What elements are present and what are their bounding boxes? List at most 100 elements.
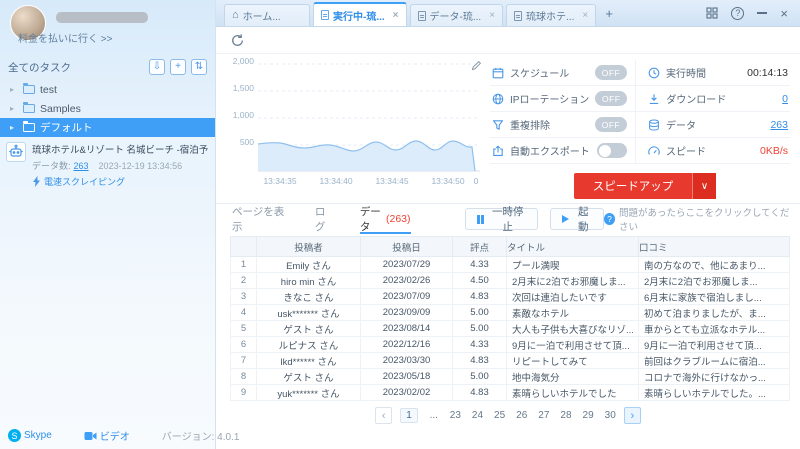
x-tick: 13:34:35 [263, 176, 297, 186]
add-task-icon[interactable]: + [170, 59, 186, 75]
column-header[interactable]: 投稿日 [360, 236, 453, 257]
tab-running[interactable]: 実行中-琉... × [313, 2, 407, 26]
column-header[interactable]: 投稿者 [256, 236, 361, 257]
task-body: 琉球ホテル&リゾート 名城ビーチ -宿泊予... データ数: 263 2023-… [32, 142, 209, 187]
cell-poster: yuk******* さん [256, 384, 361, 401]
minimize-icon[interactable] [757, 12, 768, 14]
tab-data[interactable]: データ-琉... × [409, 4, 504, 26]
cell-title: 素敵なホテル [506, 304, 639, 321]
download-icon [648, 93, 660, 105]
refresh-icon[interactable] [230, 33, 245, 48]
table-row[interactable]: 5 ゲスト さん 2023/08/14 5.00 大人も子供も大喜びなリゾ...… [230, 320, 790, 337]
task-tag: 電速スクレイピング [32, 175, 209, 188]
menu-grid-icon[interactable] [706, 7, 718, 19]
main-area: ⌂ ホーム... 実行中-琉... × データ-琉... × 琉球ホテ... ×… [216, 0, 800, 449]
column-header[interactable]: 評点 [452, 236, 507, 257]
folder-samples[interactable]: ▸ Samples [0, 99, 215, 118]
cell-date: 2023/05/18 [360, 368, 453, 385]
page-number[interactable]: 1 [400, 408, 418, 423]
task-data-label: データ数: [32, 161, 71, 171]
cell-title: リピートしてみて [506, 352, 639, 369]
tab-data-active[interactable]: データ (263) [359, 204, 411, 234]
status-label: 自動エクスポート [510, 147, 590, 158]
task-item[interactable]: 琉球ホテル&リゾート 名城ビーチ -宿泊予... データ数: 263 2023-… [0, 137, 215, 187]
status-row: スケジュール OFF 実行時間 00:14:13 [490, 60, 790, 86]
pay-link[interactable]: 料金を払いに行く >> [18, 30, 112, 45]
page-number[interactable]: 24 [472, 410, 483, 421]
table-row[interactable]: 9 yuk******* さん 2023/02/02 4.83 素晴らしいホテル… [230, 384, 790, 401]
sync-tasks-icon[interactable]: ⇅ [191, 59, 207, 75]
table-row[interactable]: 2 hiro min さん 2023/02/26 4.50 2月末に2泊でお邪魔… [230, 272, 790, 289]
page-number[interactable]: ... [429, 410, 439, 421]
folder-label: デフォルト [40, 122, 93, 134]
status-grid: スケジュール OFF 実行時間 00:14:13 IPローテーション OFF ダ… [490, 60, 790, 164]
cell-review: 初めて泊まりましたが、ま... [638, 304, 790, 321]
area-chart-plot [258, 63, 480, 172]
table-row[interactable]: 1 Emily さん 2023/07/29 4.33 プール満喫 南の方なので、… [230, 256, 790, 273]
task-data-count[interactable]: 263 [74, 161, 89, 171]
skype-label: Skype [24, 430, 52, 441]
sidebar-footer: S Skype ビデオ バージョン: 4.0.1 [0, 428, 250, 443]
pause-button[interactable]: 一時停止 [464, 206, 539, 233]
start-button[interactable]: 起動 [550, 206, 605, 233]
edit-chart-icon[interactable] [471, 60, 482, 71]
close-tab-icon[interactable]: × [389, 10, 399, 21]
page-number[interactable]: 28 [560, 410, 571, 421]
auto-export-toggle[interactable] [597, 143, 627, 158]
page-number[interactable]: 27 [538, 410, 549, 421]
table-row[interactable]: 7 lkd****** さん 2023/03/30 4.83 リピートしてみて … [230, 352, 790, 369]
data-count-link[interactable]: 263 [770, 119, 788, 131]
import-task-icon[interactable]: ⇩ [149, 59, 165, 75]
page-number[interactable]: 30 [605, 410, 616, 421]
cell-review: 6月末に家族で宿泊しまし... [638, 288, 790, 305]
cell-date: 2023/07/09 [360, 288, 453, 305]
row-index: 4 [230, 304, 257, 321]
table-row[interactable]: 4 usk******* さん 2023/09/09 5.00 素敵なホテル 初… [230, 304, 790, 321]
tab-home[interactable]: ⌂ ホーム... [224, 4, 310, 26]
video-link[interactable]: ビデオ [100, 428, 130, 443]
table-row[interactable]: 8 ゲスト さん 2023/05/18 5.00 地中海気分 コロナで海外に行け… [230, 368, 790, 385]
app-window: 料金を払いに行く >> 全てのタスク ⇩ + ⇅ ▸ test ▸ Sample… [0, 0, 800, 449]
next-page-button[interactable]: › [623, 407, 641, 424]
tab-log[interactable]: ログ [315, 204, 334, 234]
cell-title: 次回は連泊したいです [506, 288, 639, 305]
column-header[interactable]: タイトル [506, 236, 639, 257]
column-header[interactable]: 口コミ [638, 236, 790, 257]
help-circle-icon[interactable]: ? [731, 6, 745, 20]
page-number[interactable]: 29 [583, 410, 594, 421]
tab-show-page[interactable]: ページを表示 [232, 204, 289, 234]
download-count-link[interactable]: 0 [782, 93, 788, 105]
x-tick: 13:34:45 [375, 176, 409, 186]
page-number[interactable]: 23 [450, 410, 461, 421]
runtime-value: 00:14:13 [747, 66, 788, 79]
new-tab-button[interactable]: + [599, 3, 619, 23]
dedup-toggle[interactable]: OFF [595, 117, 627, 132]
cell-title: 大人も子供も大喜びなリゾ... [506, 320, 639, 337]
ip-rotation-toggle[interactable]: OFF [595, 91, 628, 106]
folder-default[interactable]: ▸ デフォルト [0, 118, 215, 137]
y-tick: 1,500 [232, 83, 254, 93]
close-tab-icon[interactable]: × [485, 10, 495, 21]
expand-arrow-icon[interactable]: ▸ [10, 104, 18, 113]
expand-arrow-icon[interactable]: ▸ [10, 123, 18, 132]
skype-link[interactable]: S Skype [8, 429, 52, 442]
schedule-toggle[interactable]: OFF [595, 65, 627, 80]
expand-arrow-icon[interactable]: ▸ [10, 85, 18, 94]
table-header-row: 投稿者 投稿日 評点 タイトル 口コミ [230, 236, 790, 257]
page-number[interactable]: 25 [494, 410, 505, 421]
close-window-icon[interactable]: × [780, 7, 788, 20]
cell-title: 2月末に2泊でお邪魔しま... [506, 272, 639, 289]
table-row[interactable]: 6 ルピナス さん 2022/12/16 4.33 9月に一泊で利用させて頂..… [230, 336, 790, 353]
tab-label: データ-琉... [429, 12, 482, 23]
speed-up-button[interactable]: スピードアップ ∨ [574, 173, 716, 199]
tab-hotel[interactable]: 琉球ホテ... × [506, 4, 597, 26]
folder-test[interactable]: ▸ test [0, 80, 215, 99]
cell-poster: Emily さん [256, 256, 361, 273]
folder-label: test [40, 83, 57, 96]
chevron-down-icon[interactable]: ∨ [692, 173, 716, 199]
help-link[interactable]: ? 問題があったらここをクリックしてください [604, 205, 790, 233]
table-row[interactable]: 3 きなこ さん 2023/07/09 4.83 次回は連泊したいです 6月末に… [230, 288, 790, 305]
page-number[interactable]: 26 [516, 410, 527, 421]
prev-page-button[interactable]: ‹ [375, 407, 393, 424]
close-tab-icon[interactable]: × [578, 10, 588, 21]
